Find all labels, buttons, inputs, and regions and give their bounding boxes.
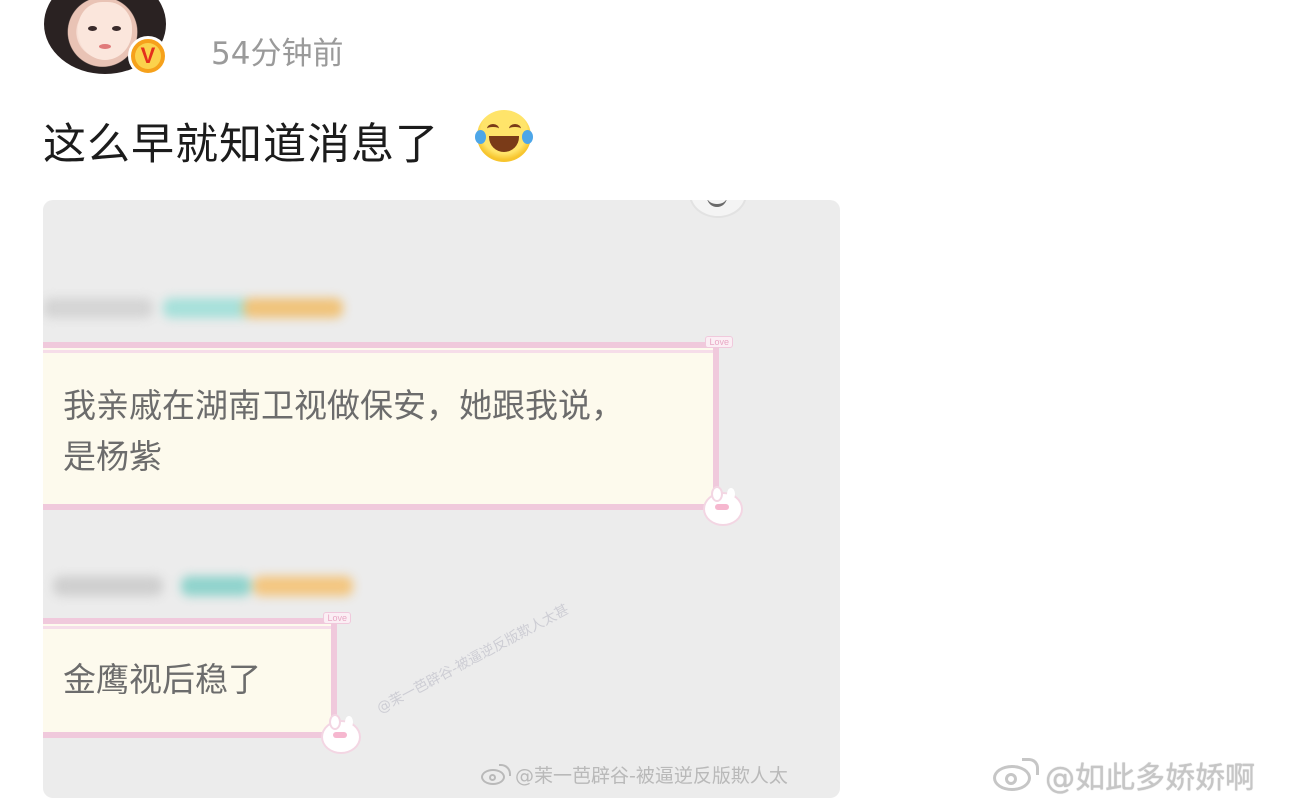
chat-bubble: Love 我亲戚在湖南卫视做保安，她跟我说， 是杨紫 xyxy=(43,336,743,526)
image-watermark-text: @茉一芭辟谷-被逼逆反版欺人太 xyxy=(515,765,788,787)
avatar-icon xyxy=(689,200,747,218)
bubble-text: 我亲戚在湖南卫视做保安，她跟我说， xyxy=(63,386,624,425)
avatar-eye xyxy=(88,26,97,31)
avatar-lip xyxy=(99,44,111,49)
weibo-icon xyxy=(481,763,511,786)
weibo-watermark-text: @如此多娇娇啊 xyxy=(1045,761,1255,796)
verified-badge-icon: V xyxy=(128,36,168,76)
laughing-tears-emoji-icon xyxy=(475,110,533,162)
blurred-username xyxy=(43,296,363,320)
username-cropped[interactable] xyxy=(210,0,640,4)
love-tag: Love xyxy=(705,336,733,348)
chat-bubble: Love 金鹰视后稳了 xyxy=(43,612,361,754)
avatar-face xyxy=(78,2,132,60)
avatar-eye xyxy=(112,26,121,31)
image-watermark: @茉一芭辟谷-被逼逆反版欺人太 xyxy=(481,761,788,788)
diagonal-watermark: @茉一芭辟谷-被逼逆反版欺人太甚 xyxy=(374,601,572,717)
love-tag: Love xyxy=(323,612,351,624)
post-timestamp: 54分钟前 xyxy=(211,36,344,72)
post-image[interactable]: Love 我亲戚在湖南卫视做保安，她跟我说， 是杨紫 @茉一芭辟谷-被逼逆反版欺… xyxy=(43,200,840,798)
bunny-sticker-icon xyxy=(321,714,361,754)
weibo-icon xyxy=(993,758,1039,792)
bubble-text: 金鹰视后稳了 xyxy=(63,660,261,699)
bunny-sticker-icon xyxy=(703,486,743,526)
bubble-text: 是杨紫 xyxy=(63,437,162,476)
blurred-username xyxy=(53,574,373,598)
weibo-watermark: @如此多娇娇啊 xyxy=(993,753,1255,797)
post-text: 这么早就知道消息了 xyxy=(43,120,439,170)
